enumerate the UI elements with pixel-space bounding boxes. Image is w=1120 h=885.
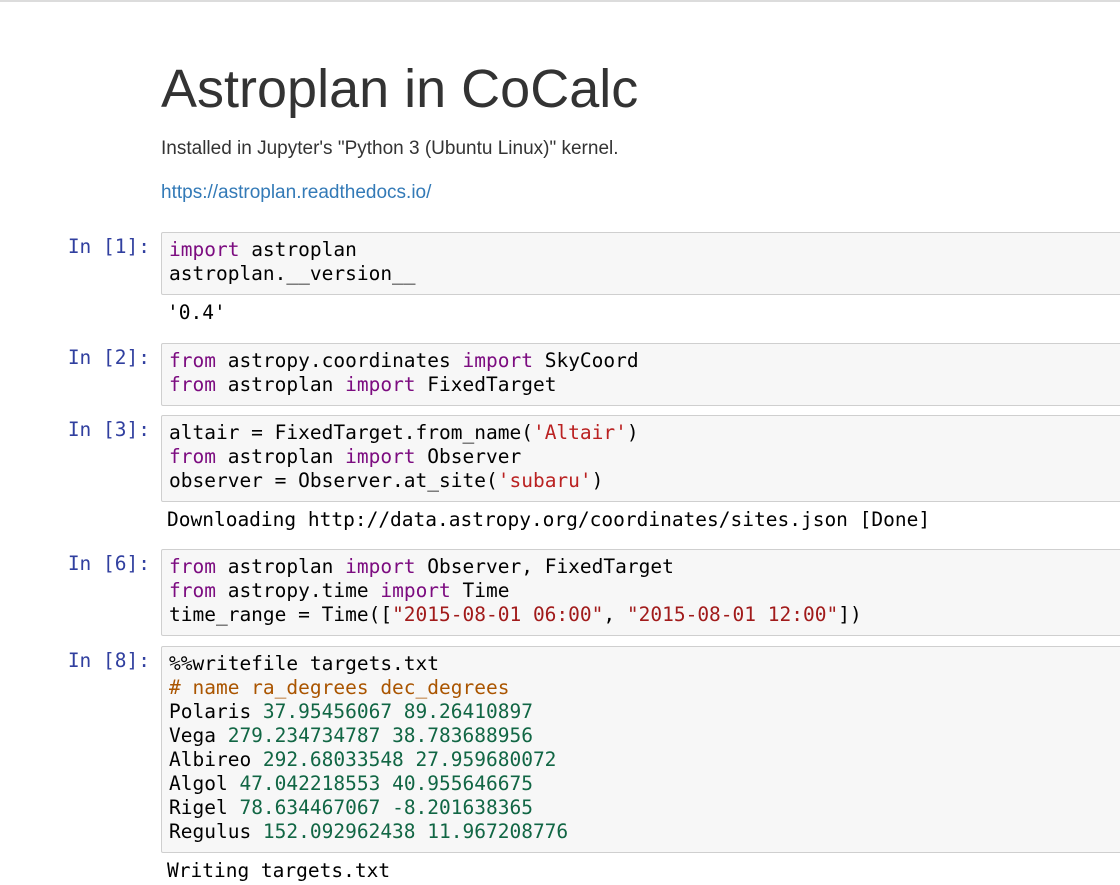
code-token: )	[591, 469, 604, 492]
code-token: import	[169, 238, 240, 261]
code-token: import	[462, 349, 533, 372]
top-border	[0, 0, 1120, 2]
code-token: astroplan	[239, 238, 357, 261]
code-line: import astroplan	[169, 238, 1120, 262]
code-line: altair = FixedTarget.from_name('Altair')	[169, 421, 1120, 445]
code-token: 'Altair'	[532, 421, 627, 444]
cell-3-input[interactable]: altair = FixedTarget.from_name('Altair')…	[161, 415, 1120, 502]
code-token: 279.234734787 38.783688956	[227, 724, 533, 747]
code-token: import	[345, 445, 416, 468]
code-line: from astropy.time import Time	[169, 579, 1120, 603]
cell-1-prompt: In [1]:	[67, 235, 150, 258]
notebook-description: Installed in Jupyter's "Python 3 (Ubuntu…	[161, 138, 619, 159]
cell-1-input[interactable]: import astroplan astroplan.__version__	[161, 232, 1120, 295]
code-token: from	[169, 445, 216, 468]
code-token: "2015-08-01 06:00"	[392, 603, 604, 626]
code-token: Vega	[169, 724, 228, 747]
code-line: astroplan.__version__	[169, 262, 1120, 286]
code-token: ])	[838, 603, 862, 626]
cell-3-output: Downloading http://data.astropy.org/coor…	[167, 508, 931, 531]
code-line: from astroplan import Observer	[169, 445, 1120, 469]
code-token: astroplan	[215, 555, 346, 578]
code-token: ,	[603, 603, 627, 626]
code-token: 78.634467067 -8.201638365	[239, 796, 533, 819]
cell-3-prompt: In [3]:	[67, 418, 150, 441]
cell-2-prompt: In [2]:	[67, 346, 150, 369]
code-token: import	[380, 579, 451, 602]
code-token: from	[169, 373, 216, 396]
code-token: 37.95456067 89.26410897	[262, 700, 533, 723]
cell-5-output: Writing targets.txt	[167, 859, 391, 882]
code-token: Time	[450, 579, 510, 602]
code-token: Rigel	[169, 796, 240, 819]
code-line: Rigel 78.634467067 -8.201638365	[169, 796, 1120, 820]
code-token: 152.092962438 11.967208776	[262, 820, 569, 843]
docs-link[interactable]: https://astroplan.readthedocs.io/	[161, 181, 431, 205]
code-token: import	[345, 555, 416, 578]
code-line: Polaris 37.95456067 89.26410897	[169, 700, 1120, 724]
code-token: astropy.coordinates	[215, 349, 463, 372]
code-token: SkyCoord	[532, 349, 639, 372]
code-token: Observer	[415, 445, 522, 468]
code-token: astroplan	[215, 373, 346, 396]
code-token: 47.042218553 40.955646675	[239, 772, 533, 795]
code-line: time_range = Time(["2015-08-01 06:00", "…	[169, 603, 1120, 627]
code-token: Regulus	[169, 820, 263, 843]
code-token: astroplan.__version__	[169, 262, 416, 285]
code-token: )	[626, 421, 639, 444]
code-token: from	[169, 555, 216, 578]
code-line: from astroplan import FixedTarget	[169, 373, 1120, 397]
code-token: astroplan	[215, 445, 346, 468]
code-token: "2015-08-01 12:00"	[626, 603, 839, 626]
code-line: Vega 279.234734787 38.783688956	[169, 724, 1120, 748]
code-line: Algol 47.042218553 40.955646675	[169, 772, 1120, 796]
code-token: # name ra_degrees dec_degrees	[169, 676, 510, 699]
notebook-title: Astroplan in CoCalc	[161, 59, 639, 119]
cell-4-prompt: In [6]:	[67, 552, 150, 575]
code-token: FixedTarget	[415, 373, 557, 396]
code-token: from	[169, 579, 216, 602]
code-line: Regulus 152.092962438 11.967208776	[169, 820, 1120, 844]
code-token: time_range = Time([	[169, 603, 393, 626]
code-line: from astroplan import Observer, FixedTar…	[169, 555, 1120, 579]
cell-5-prompt: In [8]:	[67, 649, 150, 672]
code-token: import	[345, 373, 416, 396]
cell-1-output: '0.4'	[167, 301, 226, 324]
code-token: from	[169, 349, 216, 372]
code-token: 'subaru'	[497, 469, 592, 492]
code-token: Polaris	[169, 700, 263, 723]
code-token: %%writefile targets.txt	[169, 652, 440, 675]
code-token: observer = Observer.at_site(	[169, 469, 498, 492]
code-line: observer = Observer.at_site('subaru')	[169, 469, 1120, 493]
code-token: altair = FixedTarget.from_name(	[169, 421, 533, 444]
code-token: Albireo	[169, 748, 263, 771]
code-token: Algol	[169, 772, 240, 795]
cell-2-input[interactable]: from astropy.coordinates import SkyCoord…	[161, 343, 1120, 406]
code-token: astropy.time	[215, 579, 381, 602]
code-line: %%writefile targets.txt	[169, 652, 1120, 676]
cell-5-input[interactable]: %%writefile targets.txt # name ra_degrees…	[161, 646, 1120, 853]
code-line: Albireo 292.68033548 27.959680072	[169, 748, 1120, 772]
code-token: 292.68033548 27.959680072	[262, 748, 557, 771]
code-token: Observer, FixedTarget	[415, 555, 674, 578]
code-line: from astropy.coordinates import SkyCoord	[169, 349, 1120, 373]
cell-4-input[interactable]: from astroplan import Observer, FixedTar…	[161, 549, 1120, 636]
code-line: # name ra_degrees dec_degrees	[169, 676, 1120, 700]
